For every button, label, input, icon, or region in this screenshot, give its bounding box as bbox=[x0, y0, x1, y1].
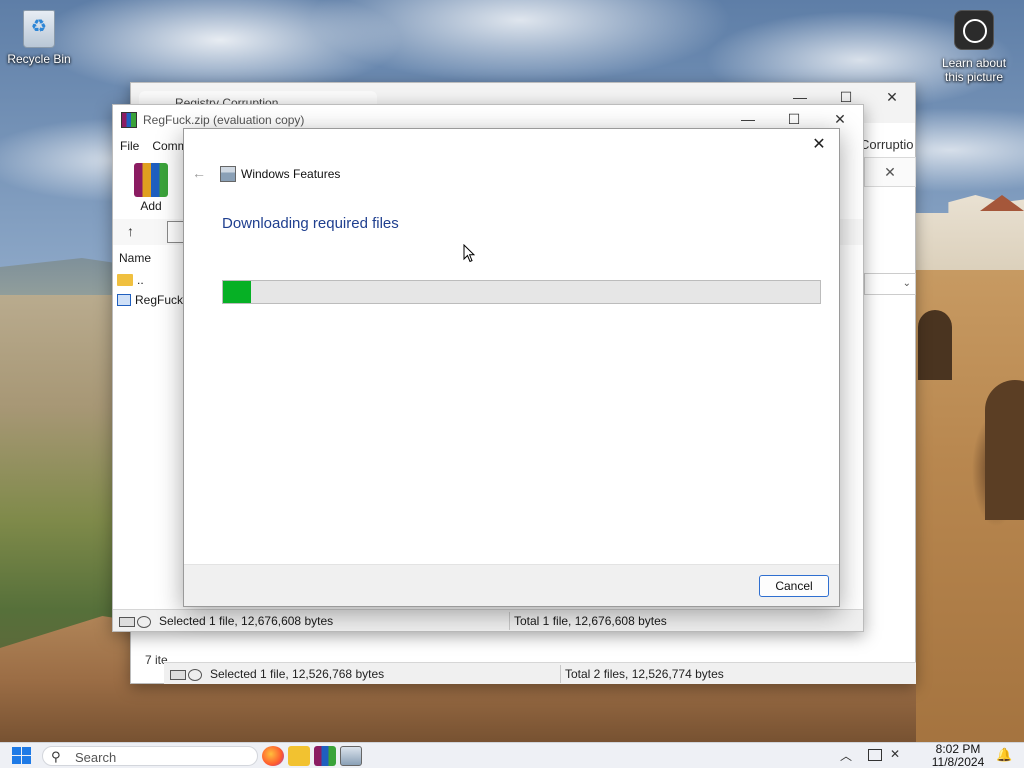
dialog-close-button[interactable]: ✕ bbox=[805, 133, 833, 157]
up-arrow-icon[interactable]: ↑ bbox=[127, 223, 134, 239]
windows-features-taskbar-icon[interactable] bbox=[340, 746, 362, 766]
list-item-label: .. bbox=[137, 273, 144, 287]
windows-features-dialog[interactable]: ✕ ← Windows Features Downloading require… bbox=[183, 128, 840, 607]
dialog-footer: Cancel bbox=[184, 564, 839, 606]
firefox-icon[interactable] bbox=[262, 746, 284, 766]
search-icon: ⚲ bbox=[51, 749, 61, 764]
download-progress-bar bbox=[222, 280, 821, 304]
back-window-side-label: Corruptio bbox=[860, 137, 914, 152]
progress-fill bbox=[223, 281, 251, 303]
status-drive-icon bbox=[119, 615, 153, 628]
windows-logo-icon bbox=[12, 756, 21, 764]
cancel-button[interactable]: Cancel bbox=[759, 575, 829, 597]
clock-date: 11/8/2024 bbox=[931, 755, 985, 768]
windows-logo-icon bbox=[22, 747, 31, 755]
camera-icon bbox=[954, 10, 994, 50]
column-header-name[interactable]: Name bbox=[119, 251, 151, 265]
wallpaper-bridge-arch bbox=[918, 310, 952, 380]
dialog-title: Windows Features bbox=[241, 167, 341, 181]
notification-bell-icon[interactable]: 🔔 bbox=[996, 747, 1012, 763]
chevron-down-icon[interactable]: ⌄ bbox=[864, 273, 916, 295]
close-button[interactable]: ✕ bbox=[869, 83, 915, 113]
chevron-up-icon[interactable]: ︿ bbox=[840, 747, 852, 764]
desktop-icon-recycle-bin[interactable]: ♻ Recycle Bin bbox=[0, 10, 78, 66]
windows-logo-icon bbox=[22, 756, 31, 764]
winrar-title: RegFuck.zip (evaluation copy) bbox=[143, 113, 305, 127]
status-total: Total 1 file, 12,676,608 bytes bbox=[514, 614, 667, 628]
taskbar: ⚲ Search ︿ ✕ 8:02 PM 11/8/2024 🔔 bbox=[0, 742, 1024, 768]
back-dialog-close-icon[interactable]: ✕ bbox=[864, 157, 916, 187]
winrar-icon[interactable] bbox=[314, 746, 336, 766]
dialog-heading: Downloading required files bbox=[222, 215, 399, 232]
network-icon[interactable] bbox=[868, 749, 882, 761]
recycle-bin-icon: ♻ bbox=[23, 10, 55, 48]
windows-logo-icon bbox=[12, 747, 21, 755]
status-divider bbox=[509, 612, 510, 630]
add-label: Add bbox=[140, 199, 162, 213]
status-drive-icon bbox=[170, 668, 204, 681]
desktop-icon-learn-about-picture[interactable]: Learn about this picture bbox=[935, 10, 1013, 84]
taskbar-search[interactable]: ⚲ Search bbox=[42, 746, 258, 766]
list-item-parent[interactable]: .. bbox=[117, 273, 144, 287]
status-divider bbox=[560, 665, 561, 683]
search-placeholder: Search bbox=[75, 750, 117, 765]
file-explorer-icon[interactable] bbox=[288, 746, 310, 766]
menu-file[interactable]: File bbox=[113, 135, 145, 153]
windows-features-icon bbox=[220, 166, 236, 182]
list-item-label: RegFuck. bbox=[135, 293, 187, 307]
learn-label-line2: this picture bbox=[944, 70, 1004, 84]
file-icon bbox=[117, 294, 131, 306]
mouse-cursor-icon bbox=[463, 244, 475, 263]
folder-icon bbox=[117, 274, 133, 286]
learn-label-line1: Learn about bbox=[941, 56, 1007, 70]
status-selected: Selected 1 file, 12,676,608 bytes bbox=[159, 614, 334, 628]
volume-muted-icon[interactable]: ✕ bbox=[890, 747, 900, 761]
wallpaper-bridge-arch-large bbox=[985, 380, 1024, 520]
start-button[interactable] bbox=[12, 747, 32, 765]
explorer-status-bar: Selected 1 file, 12,526,768 bytes Total … bbox=[164, 662, 916, 684]
status-selected: Selected 1 file, 12,526,768 bytes bbox=[210, 667, 385, 681]
status-total: Total 2 files, 12,526,774 bytes bbox=[565, 667, 724, 681]
clock[interactable]: 8:02 PM 11/8/2024 bbox=[922, 743, 994, 768]
add-archive-icon bbox=[134, 163, 168, 197]
back-arrow-icon[interactable]: ← bbox=[192, 165, 206, 181]
add-button[interactable]: Add bbox=[131, 163, 171, 213]
list-item-regfuck[interactable]: RegFuck. bbox=[117, 293, 186, 307]
recycle-bin-label: Recycle Bin bbox=[7, 52, 71, 66]
winrar-app-icon bbox=[121, 112, 137, 128]
winrar-status-bar: Selected 1 file, 12,676,608 bytes Total … bbox=[113, 609, 863, 631]
